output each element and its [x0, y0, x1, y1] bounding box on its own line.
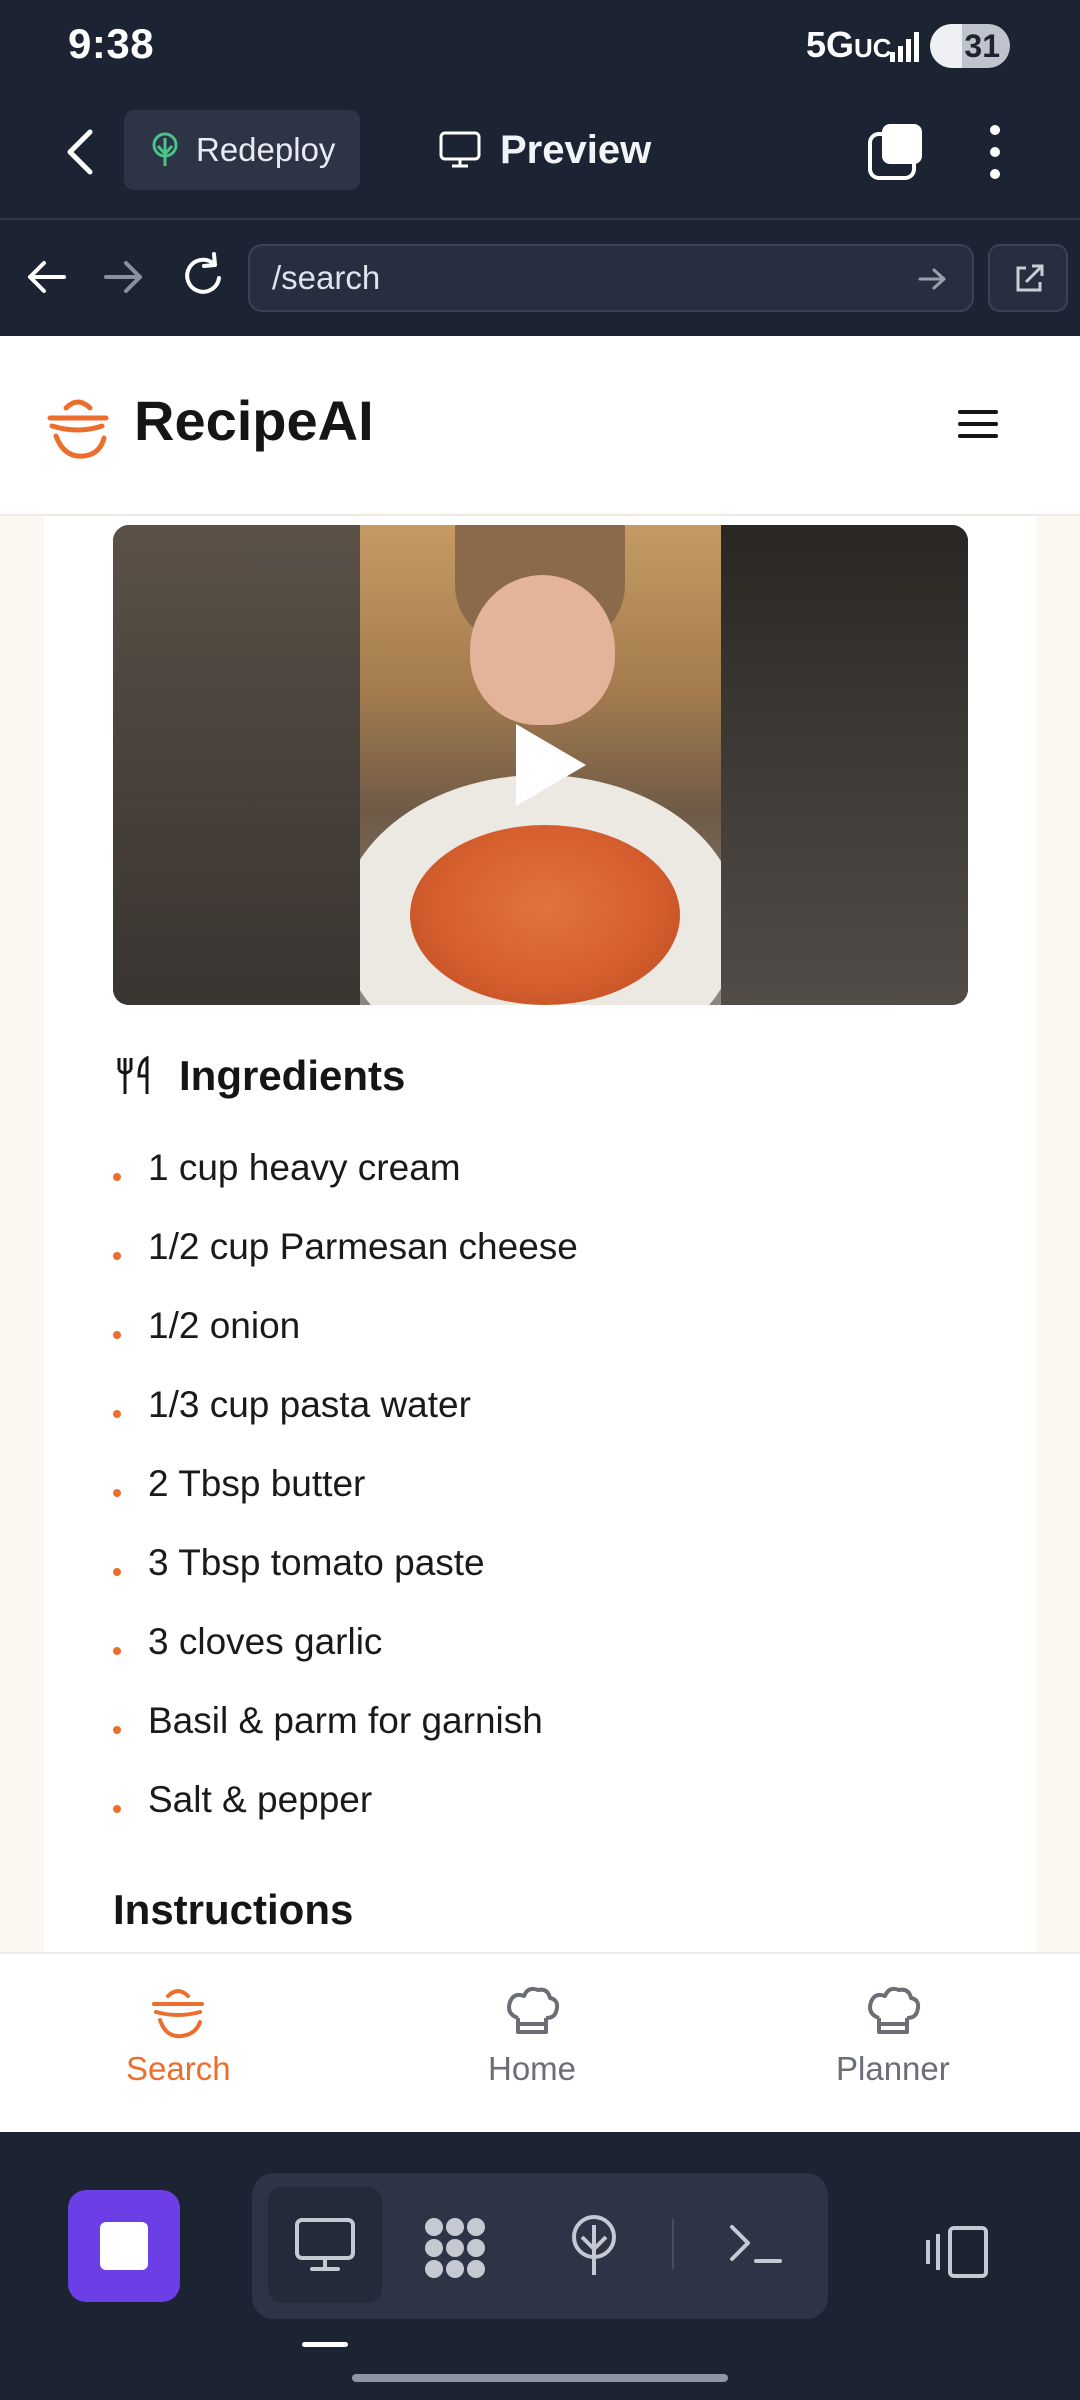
deploy-icon[interactable]	[566, 2213, 622, 2279]
video-blur-right	[721, 525, 968, 1005]
signal-icon	[890, 32, 919, 62]
ingredient-text: 3 cloves garlic	[148, 1620, 383, 1662]
arrow-right-icon[interactable]	[100, 254, 146, 300]
ingredient-text: Salt & pepper	[148, 1778, 373, 1820]
status-bar: 9:38 5GUC 31	[0, 0, 1080, 92]
more-options-icon[interactable]	[980, 122, 1010, 182]
preview-label: Preview	[500, 127, 652, 172]
top-toolbar: Redeploy Preview	[0, 92, 1080, 220]
site-header: RecipeAI	[0, 336, 1080, 516]
battery-indicator: 31	[930, 24, 1010, 68]
preview-tab[interactable]: Preview	[438, 110, 651, 190]
ingredient-item: 1 cup heavy cream	[113, 1128, 578, 1207]
battery-level: 31	[964, 28, 1000, 64]
ingredient-item: 1/2 cup Parmesan cheese	[113, 1207, 578, 1286]
back-chevron-icon[interactable]	[54, 120, 110, 184]
ingredient-text: 3 Tbsp tomato paste	[148, 1541, 485, 1583]
nav-item-home[interactable]: Home	[488, 1984, 576, 2088]
stop-button[interactable]	[68, 2190, 180, 2302]
hamburger-menu-icon[interactable]	[956, 406, 1000, 442]
go-arrow-icon[interactable]	[916, 264, 948, 294]
chef-hat-icon	[507, 1986, 560, 2034]
deploy-icon	[152, 132, 178, 166]
network-suffix: UC	[854, 33, 892, 63]
chef-hat-icon	[867, 1986, 920, 2034]
ingredients-heading: Ingredients	[113, 1052, 405, 1100]
recipe-video[interactable]	[113, 525, 968, 1005]
stop-icon	[100, 2222, 148, 2270]
nav-label: Home	[488, 2050, 577, 2087]
divider	[672, 2219, 674, 2269]
redeploy-button[interactable]: Redeploy	[124, 110, 360, 190]
ingredient-text: 1/2 cup Parmesan cheese	[148, 1225, 578, 1267]
ingredient-item: 3 cloves garlic	[113, 1602, 578, 1681]
ingredient-item: Salt & pepper	[113, 1760, 578, 1839]
nav-label: Planner	[836, 2050, 950, 2087]
device-toolbar	[0, 2132, 1080, 2400]
nav-item-search[interactable]: Search	[126, 1984, 231, 2088]
tool-group	[252, 2173, 828, 2319]
active-tool-indicator	[302, 2342, 348, 2347]
monitor-icon	[439, 131, 481, 168]
apps-grid-icon[interactable]	[420, 2213, 490, 2283]
play-icon[interactable]	[510, 720, 590, 810]
terminal-icon[interactable]	[728, 2221, 784, 2267]
browser-url-toolbar: /search	[0, 222, 1080, 336]
ingredient-item: 3 Tbsp tomato paste	[113, 1523, 578, 1602]
network-indicator: 5GUC	[806, 24, 892, 66]
ingredient-text: 2 Tbsp butter	[148, 1462, 366, 1504]
gesture-bar	[352, 2374, 728, 2382]
instructions-heading: Instructions	[113, 1886, 354, 1933]
ingredient-item: Basil & parm for garnish	[113, 1681, 578, 1760]
ingredient-text: 1 cup heavy cream	[148, 1146, 461, 1188]
url-input[interactable]: /search	[248, 244, 974, 312]
ingredient-item: 2 Tbsp butter	[113, 1444, 578, 1523]
redeploy-label: Redeploy	[196, 131, 336, 168]
ingredients-title: Ingredients	[179, 1052, 406, 1099]
nav-label: Search	[126, 2050, 231, 2087]
status-time: 9:38	[68, 20, 155, 67]
reload-icon[interactable]	[178, 250, 228, 302]
ingredient-text: 1/2 onion	[148, 1304, 301, 1346]
side-panel-icon[interactable]	[924, 2224, 990, 2280]
nav-item-planner[interactable]: Planner	[836, 1984, 950, 2088]
arrow-left-icon[interactable]	[24, 254, 70, 300]
bowl-logo-icon	[47, 399, 109, 459]
ingredient-item: 1/2 onion	[113, 1286, 578, 1365]
ingredient-item: 1/3 cup pasta water	[113, 1365, 578, 1444]
app-bottom-nav: Search Home Planner	[0, 1952, 1080, 2132]
network-type: 5G	[806, 24, 855, 65]
open-external-button[interactable]	[988, 244, 1068, 312]
monitor-icon	[295, 2218, 355, 2271]
brand-name[interactable]: RecipeAI	[134, 388, 374, 453]
tabs-icon[interactable]	[866, 122, 926, 182]
external-link-icon	[1016, 264, 1044, 292]
ingredient-list: 1 cup heavy cream 1/2 cup Parmesan chees…	[113, 1128, 578, 1839]
ingredient-text: Basil & parm for garnish	[148, 1699, 543, 1741]
ingredient-text: 1/3 cup pasta water	[148, 1383, 471, 1425]
preview-tool-button[interactable]	[268, 2187, 382, 2303]
bowl-icon	[152, 1989, 205, 2039]
utensils-icon	[117, 1055, 149, 1094]
video-blur-left	[113, 525, 360, 1005]
url-text: /search	[272, 259, 381, 296]
